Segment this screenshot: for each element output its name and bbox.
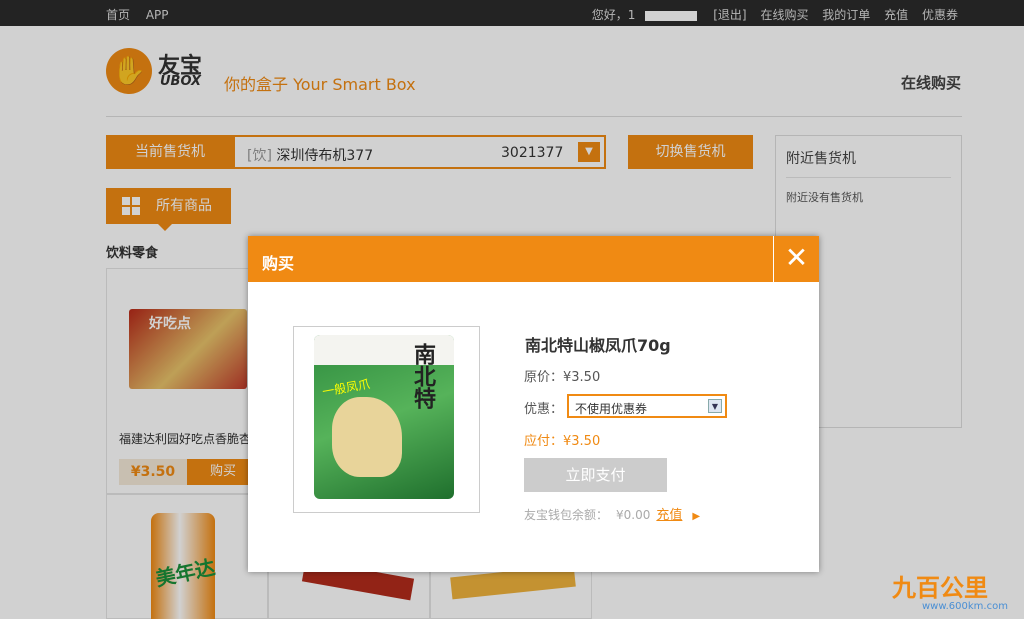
purchase-dialog: 购买 ✕ 南北特 一般凤爪 南北特山椒凤爪70g 原价：¥3.50 优惠： 不使… xyxy=(248,236,819,572)
product-photo: 南北特 一般凤爪 xyxy=(293,326,480,513)
dialog-header: 购买 ✕ xyxy=(248,236,819,282)
chicken-feet-image xyxy=(332,397,402,477)
original-price: 原价：¥3.50 xyxy=(524,370,601,385)
product-title: 南北特山椒凤爪70g xyxy=(525,336,671,355)
watermark-url: www.600km.com xyxy=(922,601,1008,612)
watermark-logo-text: 九百公里 xyxy=(892,574,988,602)
dialog-title: 购买 xyxy=(262,254,295,273)
pay-now-button[interactable]: 立即支付 xyxy=(524,458,667,492)
amount-due: 应付：¥3.50 xyxy=(524,434,601,449)
package-brand-text: 南北特 xyxy=(410,343,435,409)
recharge-link[interactable]: 充值 xyxy=(656,508,682,523)
play-arrow-icon[interactable]: ▶ xyxy=(692,511,700,522)
coupon-select-value: 不使用优惠券 xyxy=(575,402,648,416)
chevron-down-icon[interactable]: ▼ xyxy=(708,399,722,413)
wallet-label: 友宝钱包余额： xyxy=(524,508,609,522)
watermark: 九百公里 www.600km.com xyxy=(892,568,1018,614)
close-icon[interactable]: ✕ xyxy=(773,236,819,282)
discount-label: 优惠： xyxy=(524,402,564,417)
wallet-amount: ¥0.00 xyxy=(616,508,651,522)
coupon-select[interactable]: 不使用优惠券 ▼ xyxy=(567,394,727,418)
wallet-balance: 友宝钱包余额： ¥0.00 充值 ▶ xyxy=(524,504,700,523)
